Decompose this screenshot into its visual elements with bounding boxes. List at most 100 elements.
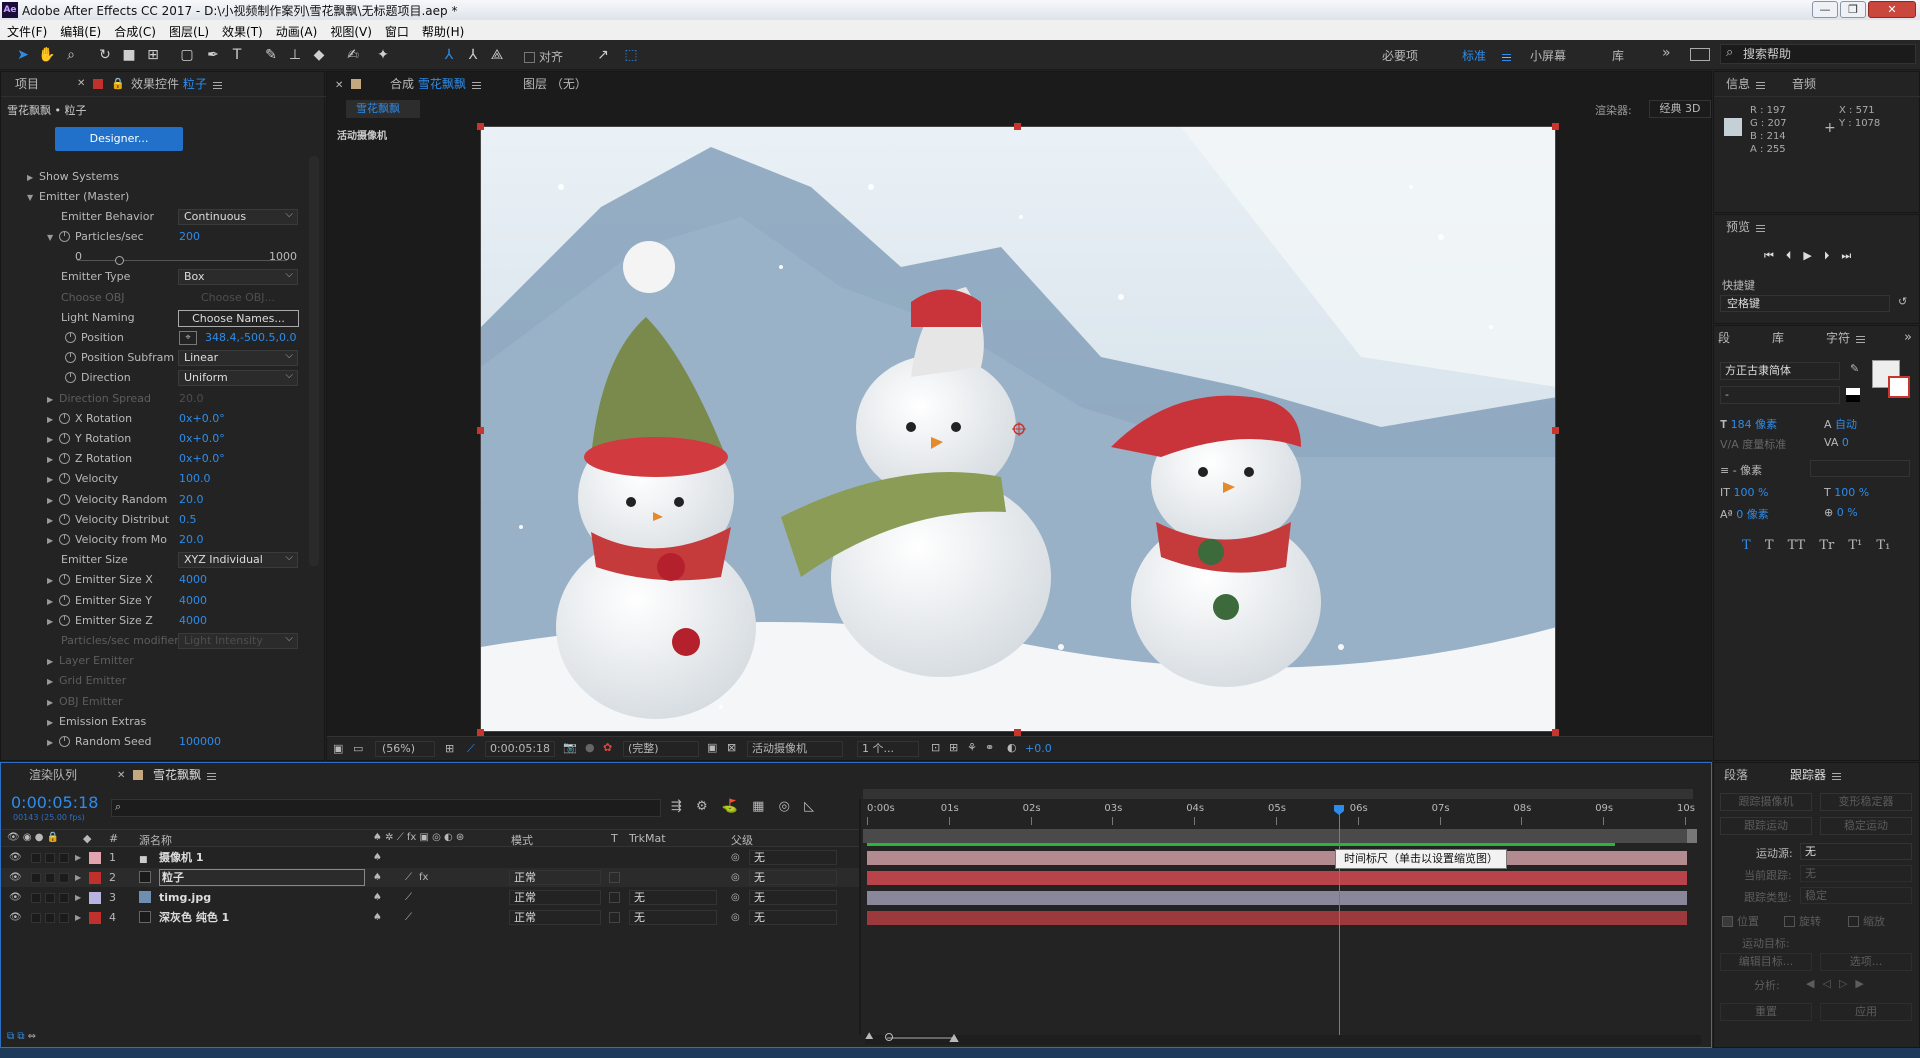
param-value[interactable]: 20.0 — [179, 390, 204, 408]
layer-handle-tr[interactable] — [1552, 123, 1559, 130]
camera-tool-icon[interactable]: ■ — [120, 46, 138, 64]
effect-param-row[interactable]: ▶ Emission Extras — [1, 713, 309, 731]
disclosure-triangle-icon[interactable]: ▶ — [47, 411, 59, 429]
tab-project[interactable]: 项目 — [15, 72, 39, 96]
layer-search-input[interactable] — [111, 799, 661, 817]
next-frame-icon[interactable]: ⏵ — [1824, 249, 1842, 262]
col-parent[interactable]: 父级 — [731, 832, 753, 848]
menu-window[interactable]: 窗口 — [378, 20, 415, 40]
snap-toggle[interactable]: 对齐 — [524, 48, 563, 65]
comp-viewer-canvas[interactable] — [480, 126, 1556, 732]
param-dropdown[interactable]: Light Intensity — [178, 632, 298, 649]
renderer-value[interactable]: 经典 3D — [1649, 100, 1711, 118]
tab-render-queue[interactable]: 渲染队列 — [29, 763, 77, 787]
warp-stabilizer-button[interactable]: 变形稳定器 — [1820, 793, 1912, 811]
search-help-input[interactable]: 搜索帮助 — [1720, 44, 1916, 64]
stopwatch-icon[interactable] — [65, 332, 76, 343]
transfer-controls-icon[interactable]: ⧉ — [17, 1031, 24, 1042]
stopwatch-icon[interactable] — [59, 534, 70, 545]
tsume-field[interactable]: ⊕ 0 % — [1824, 506, 1858, 519]
menu-view[interactable]: 视图(V) — [323, 20, 378, 40]
tab-composition[interactable]: 合成 雪花飘飘 — [390, 72, 481, 96]
layer-handle-bl[interactable] — [477, 729, 484, 736]
draft-3d-icon[interactable]: ⚙ — [696, 799, 708, 814]
stopwatch-icon[interactable] — [59, 574, 70, 586]
work-area-bar[interactable] — [863, 789, 1693, 799]
tab-paragraph[interactable]: 段落 — [1724, 763, 1748, 787]
superscript-button[interactable]: T¹ — [1848, 538, 1862, 553]
time-ruler[interactable]: 0:00s 01s 02s 03s 04s 05s 06s 07s 08s 09s 10s — [863, 803, 1695, 825]
param-dropdown[interactable]: XYZ Individual — [178, 551, 298, 569]
disclosure-triangle-icon[interactable]: ▶ — [47, 451, 59, 469]
timeline-timecode[interactable]: 0:00:05:18 — [11, 793, 98, 812]
param-value[interactable]: 100000 — [179, 733, 221, 751]
tab-layer[interactable]: 图层 （无） — [523, 72, 587, 96]
menu-animation[interactable]: 动画(A) — [269, 20, 324, 40]
clone-stamp-tool-icon[interactable]: ⊥ — [286, 46, 304, 64]
disclosure-triangle-icon[interactable]: ▶ — [47, 613, 59, 631]
region-of-interest-icon[interactable]: ▣ — [707, 741, 717, 754]
param-value[interactable]: 20.0 — [179, 491, 204, 509]
col-trkmat[interactable]: TrkMat — [629, 832, 666, 845]
shortcut-dropdown[interactable]: 空格键 — [1720, 295, 1890, 312]
col-mode[interactable]: 模式 — [511, 832, 533, 848]
eyedropper-icon[interactable]: ✎ — [1850, 362, 1859, 375]
close-button[interactable]: ✕ — [1868, 1, 1916, 18]
stopwatch-icon[interactable] — [59, 736, 70, 747]
effect-param-row[interactable]: ▶ Random Seed 100000 — [1, 733, 309, 751]
view-layout-dropdown[interactable]: 1 个... — [857, 741, 919, 757]
more-tabs-icon[interactable]: » — [1904, 330, 1912, 345]
lock-icon[interactable]: 🔒 — [111, 77, 125, 90]
stopwatch-icon[interactable] — [59, 614, 70, 626]
layer-duration-bar[interactable] — [867, 911, 1687, 925]
small-caps-button[interactable]: Tr — [1819, 538, 1834, 553]
param-value[interactable]: 4000 — [179, 571, 207, 589]
effect-param-row[interactable]: ▶ Emitter Size Y 4000 — [1, 592, 309, 610]
menu-layer[interactable]: 图层(L) — [162, 20, 215, 40]
stopwatch-icon[interactable] — [65, 372, 76, 384]
tab-audio[interactable]: 音频 — [1792, 72, 1816, 96]
param-dropdown[interactable]: Continuous — [178, 208, 298, 225]
effect-param-row[interactable]: Emitter Size XYZ Individual — [1, 551, 309, 569]
effect-scrollbar[interactable] — [309, 156, 319, 566]
current-track-dropdown[interactable]: 无 — [1800, 865, 1912, 882]
horizontal-scale-field[interactable]: T 100 % — [1824, 486, 1869, 499]
comp-breadcrumb[interactable]: 雪花飘飘 — [346, 100, 420, 118]
disclosure-triangle-icon[interactable]: ▶ — [47, 593, 59, 611]
disclosure-triangle-icon[interactable]: ▼ — [27, 189, 39, 207]
designer-button[interactable]: Designer... — [55, 127, 183, 151]
effect-param-row[interactable]: ▶ Velocity Random 20.0 — [1, 491, 309, 509]
disclosure-triangle-icon[interactable]: ▶ — [47, 471, 59, 489]
param-value[interactable]: 348.4,-500.5,0.0 — [205, 329, 296, 347]
param-value[interactable]: 0x+0.0° — [179, 450, 225, 468]
kerning-field[interactable]: V/A 度量标准 — [1720, 436, 1786, 452]
disclosure-triangle-icon[interactable]: ▶ — [47, 714, 59, 732]
layer-duration-bar[interactable] — [867, 891, 1687, 905]
rotate-tool-icon[interactable]: ↻ — [96, 46, 114, 64]
work-area-strip[interactable] — [863, 829, 1693, 843]
menu-edit[interactable]: 编辑(E) — [53, 20, 107, 40]
transparency-grid-icon[interactable]: ⊠ — [727, 741, 736, 754]
layer-handle-tc[interactable] — [1014, 123, 1021, 130]
close-tab-icon[interactable]: ✕ — [77, 78, 85, 89]
effect-param-row[interactable]: Direction Uniform — [1, 369, 309, 387]
effect-param-row[interactable]: ▶ Emitter Size X 4000 — [1, 571, 309, 589]
disclosure-triangle-icon[interactable]: ▶ — [27, 169, 39, 187]
stopwatch-icon[interactable] — [59, 453, 70, 465]
effect-param-row[interactable]: Emitter Type Box — [1, 268, 309, 286]
choose-obj-button[interactable]: Choose OBJ... — [201, 289, 275, 307]
tab-paragraph-short[interactable]: 段 — [1718, 326, 1730, 350]
exposure-icon[interactable]: ◐ — [1007, 741, 1017, 754]
position-checkbox[interactable]: 位置 — [1722, 913, 1759, 929]
close-comp-tab-icon[interactable]: ✕ — [335, 80, 343, 91]
monitor-icon[interactable]: ▭ — [353, 742, 363, 755]
effect-param-row[interactable]: ▶ Direction Spread 20.0 — [1, 390, 309, 408]
baseline-shift-field[interactable]: Aª 0 像素 — [1720, 506, 1769, 522]
view-axis-icon[interactable]: ⟁ — [488, 46, 506, 64]
param-value[interactable]: 0x+0.0° — [179, 410, 225, 428]
brush-tool-icon[interactable]: ✎ — [262, 46, 280, 64]
reset-button[interactable]: 重置 — [1720, 1003, 1812, 1021]
menu-composition[interactable]: 合成(C) — [107, 20, 162, 40]
zoom-out-icon[interactable]: ⛰ — [865, 1031, 873, 1042]
stopwatch-icon[interactable] — [59, 433, 70, 444]
